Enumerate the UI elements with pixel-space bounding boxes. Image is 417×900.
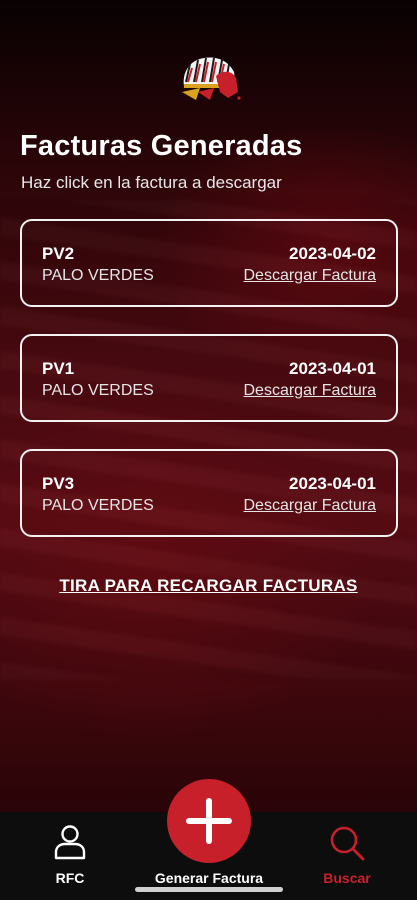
download-invoice-link[interactable]: Descargar Factura <box>244 382 377 400</box>
invoices-screen: Facturas Generadas Haz click en la factu… <box>0 0 417 900</box>
page-title: Facturas Generadas <box>20 130 303 162</box>
invoice-code: PV3 <box>42 474 75 493</box>
tab-search-label: Buscar <box>323 870 371 886</box>
invoice-branch: PALO VERDES <box>42 382 154 399</box>
reload-invoices-link[interactable]: TIRA PARA RECARGAR FACTURAS <box>0 576 417 596</box>
invoice-card[interactable]: PV2 PALO VERDES 2023-04-02 Descargar Fac… <box>20 219 398 307</box>
tab-rfc-label: RFC <box>55 870 85 886</box>
search-icon <box>328 824 366 867</box>
tab-generate-label: Generar Factura <box>154 870 264 886</box>
invoice-card[interactable]: PV3 PALO VERDES 2023-04-01 Descargar Fac… <box>20 449 398 537</box>
download-invoice-link[interactable]: Descargar Factura <box>244 267 377 285</box>
invoice-date: 2023-04-02 <box>289 244 376 263</box>
tab-search[interactable]: Buscar <box>307 812 387 900</box>
invoice-code: PV1 <box>42 359 75 378</box>
invoice-card[interactable]: PV1 PALO VERDES 2023-04-01 Descargar Fac… <box>20 334 398 422</box>
home-indicator <box>135 887 283 892</box>
download-invoice-link[interactable]: Descargar Factura <box>244 497 377 515</box>
page-subtitle: Haz click en la factura a descargar <box>21 173 282 192</box>
invoice-branch: PALO VERDES <box>42 267 154 284</box>
tab-rfc[interactable]: RFC <box>30 812 110 900</box>
generate-invoice-button[interactable] <box>167 779 251 863</box>
user-icon <box>53 824 87 865</box>
brand-logo <box>176 52 242 102</box>
invoice-date: 2023-04-01 <box>289 474 376 493</box>
invoice-code: PV2 <box>42 244 75 263</box>
invoice-branch: PALO VERDES <box>42 497 154 514</box>
invoice-date: 2023-04-01 <box>289 359 376 378</box>
